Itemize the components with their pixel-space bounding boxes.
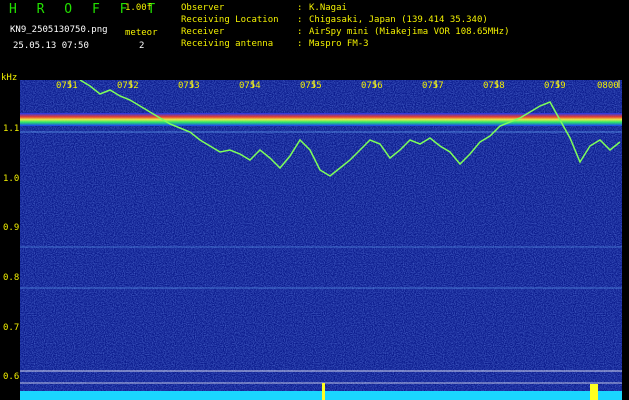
header-panel: H R O F F T 1.00f KN9_2505130750.png met… xyxy=(0,0,629,70)
noise-texture xyxy=(20,80,622,400)
meteor-count: 2 xyxy=(139,41,145,51)
meteor-label: meteor xyxy=(125,28,158,38)
version-label: 1.00f xyxy=(125,3,153,13)
x-tick-label: 0751 xyxy=(56,81,78,91)
colon: : xyxy=(297,15,303,25)
y-tick-label: 1.1 xyxy=(3,124,20,134)
y-tick-label: 0.8 xyxy=(3,273,20,283)
y-tick-label: 0.6 xyxy=(3,372,20,382)
axis-unit-label: kHz xyxy=(1,73,18,83)
antenna-label: Receiving antenna xyxy=(181,39,274,49)
x-tick-label: 0754 xyxy=(239,81,261,91)
x-tick-label: 0757 xyxy=(422,81,444,91)
x-tick-label: 0755 xyxy=(300,81,322,91)
location-label: Receiving Location xyxy=(181,15,279,25)
receiver-value: AirSpy mini (Miakejima VOR 108.65MHz) xyxy=(309,27,510,37)
y-tick-label: 0.7 xyxy=(3,323,20,333)
colon: : xyxy=(297,3,303,13)
x-tick-label: 0759 xyxy=(544,81,566,91)
receiver-label: Receiver xyxy=(181,27,225,37)
observer-value: K.Nagai xyxy=(309,3,347,13)
colon: : xyxy=(297,39,303,49)
antenna-value: Maspro FM-3 xyxy=(309,39,369,49)
y-tick-label: 0.9 xyxy=(3,223,20,233)
signal-level-strip xyxy=(20,391,622,400)
x-tick-label: 0758 xyxy=(483,81,505,91)
carrier-band xyxy=(20,113,622,126)
meteor-ping xyxy=(590,384,598,400)
waterfall-spectrogram xyxy=(20,80,622,400)
datetime-label: 25.05.13 07:50 xyxy=(13,41,89,51)
y-tick-label: 1.0 xyxy=(3,174,20,184)
colon: : xyxy=(297,27,303,37)
observer-label: Observer xyxy=(181,3,225,13)
meteor-ping xyxy=(322,383,325,400)
x-tick-label: 0800 xyxy=(597,81,619,91)
x-tick-label: 0752 xyxy=(117,81,139,91)
location-value: Chigasaki, Japan (139.414 35.340) xyxy=(309,15,488,25)
x-tick-label: 0756 xyxy=(361,81,383,91)
x-tick-label: 0753 xyxy=(178,81,200,91)
filename-label: KN9_2505130750.png xyxy=(10,25,108,35)
